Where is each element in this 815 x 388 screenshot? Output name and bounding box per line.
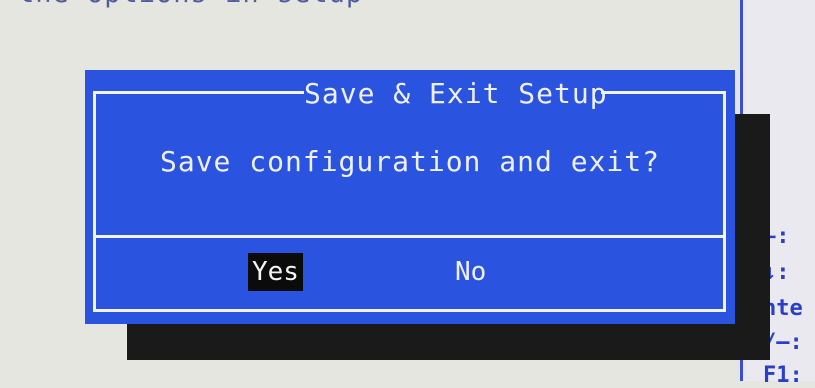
dialog-divider — [93, 235, 726, 238]
background-setup-text: the options in setup — [18, 0, 363, 9]
dialog-message: Save configuration and exit? — [159, 145, 660, 178]
save-exit-dialog: Save & Exit Setup Save configuration and… — [85, 70, 735, 324]
dialog-title: Save & Exit Setup — [304, 74, 607, 114]
key-hint-f1: F1: — [763, 363, 803, 388]
no-button[interactable]: No — [451, 253, 490, 291]
dialog-border — [93, 91, 726, 312]
yes-button[interactable]: Yes — [248, 253, 303, 291]
